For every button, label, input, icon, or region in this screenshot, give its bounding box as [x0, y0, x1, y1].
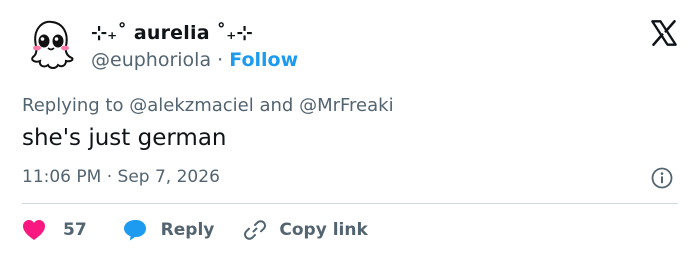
follow-button[interactable]: Follow [229, 49, 298, 71]
tweet-text: she's just german [22, 125, 227, 151]
date-separator: · [106, 167, 113, 187]
heart-icon [23, 220, 45, 240]
like-button[interactable]: 57 [22, 219, 87, 241]
speech-bubble-icon [123, 220, 146, 241]
x-logo-icon[interactable] [650, 20, 678, 46]
cartoon-ghost-avatar-icon[interactable] [22, 16, 78, 72]
copy-link-label: Copy link [279, 220, 368, 240]
action-bar: 57 Reply Copy link [22, 215, 368, 245]
info-icon[interactable] [651, 167, 673, 189]
like-count: 57 [63, 220, 87, 240]
reply-button[interactable]: Reply [87, 219, 215, 241]
display-name[interactable]: ⊹₊˚ aurelia ˚₊⊹ [91, 22, 253, 44]
timestamp[interactable]: 11:06 PM · Sep 7, 2026 [22, 167, 220, 187]
handle-line: @euphoriola · Follow [91, 49, 298, 71]
tweet-date: Sep 7, 2026 [117, 167, 220, 187]
mention-link[interactable]: @MrFreaki [299, 95, 394, 116]
reply-conjunction: and [259, 95, 294, 116]
link-icon [244, 220, 267, 240]
copy-link-button[interactable]: Copy link [214, 218, 368, 242]
reply-context: Replying to @alekzmaciel and @MrFreaki [22, 95, 394, 116]
mention-link[interactable]: @alekzmaciel [129, 95, 254, 116]
handle-separator: · [217, 49, 224, 71]
tweet-time: 11:06 PM [22, 167, 102, 187]
reply-label: Reply [160, 220, 215, 240]
reply-prefix: Replying to [22, 95, 124, 116]
handle[interactable]: @euphoriola [91, 49, 211, 71]
divider [22, 203, 678, 204]
